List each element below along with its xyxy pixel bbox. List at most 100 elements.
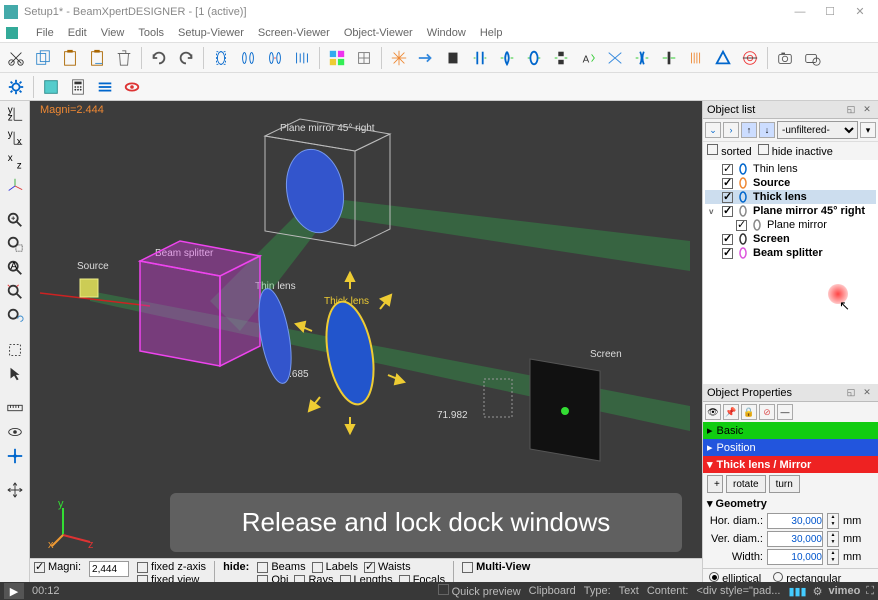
paste-button[interactable] bbox=[58, 46, 82, 70]
section-geometry[interactable]: Geometry bbox=[716, 498, 767, 510]
camera-icon[interactable] bbox=[773, 46, 797, 70]
beam-icon3[interactable] bbox=[263, 46, 287, 70]
zoom-in-icon[interactable] bbox=[3, 209, 27, 231]
lens-biconvex-icon[interactable] bbox=[495, 46, 519, 70]
sorted-checkbox[interactable]: sorted bbox=[707, 144, 752, 158]
move-icon[interactable] bbox=[3, 479, 27, 501]
fixed-z-checkbox[interactable]: fixed z-axis bbox=[137, 561, 206, 573]
hide-waists[interactable]: Waists bbox=[364, 561, 411, 573]
tree-item[interactable]: vPlane mirror 45° right bbox=[705, 204, 876, 218]
section-position[interactable]: ▸Position bbox=[703, 439, 878, 456]
eye-red-icon[interactable] bbox=[120, 75, 144, 99]
fullscreen-icon[interactable]: ⛶ bbox=[866, 585, 874, 598]
zoom-label-icon[interactable]: A bbox=[3, 257, 27, 279]
font-a-icon[interactable]: A bbox=[576, 46, 600, 70]
eye-icon[interactable] bbox=[3, 421, 27, 443]
screen-element-icon[interactable] bbox=[441, 46, 465, 70]
redo-button[interactable] bbox=[174, 46, 198, 70]
maximize-button[interactable]: ☐ bbox=[816, 2, 844, 22]
expand-all-icon[interactable]: › bbox=[723, 122, 739, 138]
beam-icon2[interactable] bbox=[236, 46, 260, 70]
menu-help[interactable]: Help bbox=[480, 27, 503, 39]
props-close-icon[interactable]: ✕ bbox=[860, 386, 874, 400]
viewport-3d[interactable]: Magni=2.444 Plane mirror 45° right Sourc… bbox=[30, 101, 702, 600]
menu-object-viewer[interactable]: Object-Viewer bbox=[344, 27, 413, 39]
settings-icon[interactable]: ⚙ bbox=[813, 585, 823, 598]
move-down-icon[interactable]: ↓ bbox=[759, 122, 775, 138]
grating-icon[interactable] bbox=[684, 46, 708, 70]
hide-labels[interactable]: Labels bbox=[312, 561, 358, 573]
lens-thick-icon[interactable] bbox=[522, 46, 546, 70]
copy-button[interactable] bbox=[31, 46, 55, 70]
menu-edit[interactable]: Edit bbox=[68, 27, 87, 39]
paste2-button[interactable] bbox=[85, 46, 109, 70]
filter-select[interactable]: -unfiltered- bbox=[777, 121, 858, 139]
panel-cyan-icon[interactable] bbox=[39, 75, 63, 99]
play-button[interactable]: ▶ bbox=[4, 583, 24, 599]
width-stepper[interactable]: ▲▼ bbox=[827, 549, 839, 565]
tree-item[interactable]: Plane mirror bbox=[705, 218, 876, 232]
width-input[interactable] bbox=[767, 549, 823, 565]
mirror-flat-icon[interactable] bbox=[657, 46, 681, 70]
arrow-right-icon[interactable] bbox=[414, 46, 438, 70]
tree-item[interactable]: Source bbox=[705, 176, 876, 190]
select-rect-icon[interactable] bbox=[3, 339, 27, 361]
zoom-area-icon[interactable] bbox=[3, 233, 27, 255]
calculator-icon[interactable] bbox=[66, 75, 90, 99]
eye-toggle-icon[interactable]: 👁 bbox=[705, 404, 721, 420]
prism-icon[interactable] bbox=[711, 46, 735, 70]
props-undock-icon[interactable]: ◱ bbox=[844, 386, 858, 400]
snap-icon[interactable] bbox=[3, 445, 27, 467]
minimize-button[interactable]: — bbox=[786, 2, 814, 22]
axis-xz-icon[interactable]: xz bbox=[3, 151, 27, 173]
add-button[interactable]: + bbox=[707, 475, 723, 493]
panel-undock-icon[interactable]: ◱ bbox=[844, 103, 858, 117]
filter-menu-icon[interactable]: ▾ bbox=[860, 122, 876, 138]
menu-setup-viewer[interactable]: Setup-Viewer bbox=[178, 27, 244, 39]
axis-3d-icon[interactable] bbox=[3, 175, 27, 197]
object-tree[interactable]: Thin lensSourceThick lensvPlane mirror 4… bbox=[703, 160, 878, 384]
close-button[interactable]: ✕ bbox=[846, 2, 874, 22]
hide-beams[interactable]: Beams bbox=[257, 561, 305, 573]
beam-icon4[interactable] bbox=[290, 46, 314, 70]
link-icon[interactable]: ⊘ bbox=[759, 404, 775, 420]
wire-icon[interactable] bbox=[352, 46, 376, 70]
menu-screen-viewer[interactable]: Screen-Viewer bbox=[258, 27, 330, 39]
quadrant-icon[interactable] bbox=[325, 46, 349, 70]
collapse-all-icon[interactable]: ⌄ bbox=[705, 122, 721, 138]
magni-checkbox[interactable]: Magni: bbox=[34, 561, 81, 573]
focus-icon[interactable] bbox=[603, 46, 627, 70]
rotate-button[interactable]: rotate bbox=[726, 475, 766, 493]
turn-button[interactable]: turn bbox=[769, 475, 800, 493]
ruler-icon[interactable] bbox=[3, 397, 27, 419]
info-icon[interactable]: — bbox=[777, 404, 793, 420]
lock-icon[interactable]: 🔒 bbox=[741, 404, 757, 420]
lines-blue-icon[interactable] bbox=[93, 75, 117, 99]
tree-item[interactable]: Beam splitter bbox=[705, 246, 876, 260]
aperture-icon[interactable] bbox=[549, 46, 573, 70]
beam-icon1[interactable] bbox=[209, 46, 233, 70]
tree-item[interactable]: Thin lens bbox=[705, 162, 876, 176]
menu-file[interactable]: File bbox=[36, 27, 54, 39]
vimeo-label[interactable]: vimeo bbox=[829, 585, 861, 597]
cut-button[interactable] bbox=[4, 46, 28, 70]
menu-window[interactable]: Window bbox=[427, 27, 466, 39]
multiview-checkbox[interactable]: Multi-View bbox=[462, 561, 530, 573]
section-basic[interactable]: ▸Basic bbox=[703, 422, 878, 439]
ray-star-icon[interactable] bbox=[387, 46, 411, 70]
delete-button[interactable] bbox=[112, 46, 136, 70]
move-up-icon[interactable]: ↑ bbox=[741, 122, 757, 138]
magni-input[interactable] bbox=[89, 561, 129, 577]
tree-item[interactable]: Thick lens bbox=[705, 190, 876, 204]
menu-view[interactable]: View bbox=[101, 27, 125, 39]
ver-diam-stepper[interactable]: ▲▼ bbox=[827, 531, 839, 547]
camera-gear-icon[interactable] bbox=[800, 46, 824, 70]
hor-diam-input[interactable] bbox=[767, 513, 823, 529]
tree-item[interactable]: Screen bbox=[705, 232, 876, 246]
hor-diam-stepper[interactable]: ▲▼ bbox=[827, 513, 839, 529]
pin-icon[interactable]: 📌 bbox=[723, 404, 739, 420]
hide-inactive-checkbox[interactable]: hide inactive bbox=[758, 144, 833, 158]
undo-button[interactable] bbox=[147, 46, 171, 70]
gear-icon[interactable] bbox=[4, 75, 28, 99]
section-thick-lens[interactable]: ▾Thick lens / Mirror bbox=[703, 456, 878, 473]
